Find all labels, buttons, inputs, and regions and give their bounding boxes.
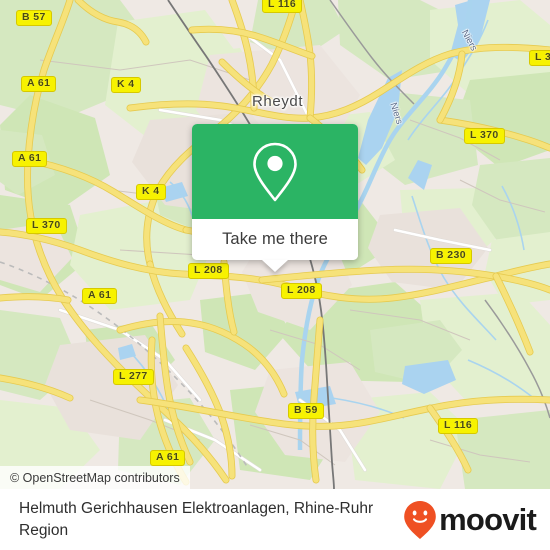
map-canvas[interactable]: .lu-green { fill:#d5e8c0; } .lu-green2 {… bbox=[0, 0, 550, 489]
map-pin-icon bbox=[253, 142, 297, 201]
road-shield: L 31 bbox=[529, 50, 550, 66]
road-shield: K 4 bbox=[111, 77, 141, 93]
road-shield: A 61 bbox=[82, 288, 118, 304]
map-page: .lu-green { fill:#d5e8c0; } .lu-green2 {… bbox=[0, 0, 550, 550]
popup-cta-button[interactable]: Take me there bbox=[192, 219, 358, 260]
attribution-text: © OpenStreetMap contributors bbox=[10, 470, 180, 485]
road-shield: A 61 bbox=[21, 76, 57, 92]
road-shield: B 230 bbox=[430, 248, 473, 264]
moovit-smiley-pin-icon bbox=[404, 500, 436, 539]
popup-hero bbox=[192, 124, 358, 219]
road-shield: K 4 bbox=[136, 184, 166, 200]
road-shield: A 61 bbox=[150, 450, 186, 466]
moovit-wordmark: moovit bbox=[439, 502, 537, 537]
page-title: Helmuth Gerichhausen Elektroanlagen, Rhi… bbox=[19, 499, 374, 539]
road-shield: L 116 bbox=[262, 0, 303, 13]
road-shield: A 61 bbox=[12, 151, 48, 167]
road-shield: L 370 bbox=[26, 218, 67, 234]
page-footer: Helmuth Gerichhausen Elektroanlagen, Rhi… bbox=[0, 489, 550, 550]
popup-tail bbox=[262, 260, 288, 272]
map-popup[interactable]: Take me there bbox=[192, 124, 358, 272]
osm-attribution[interactable]: © OpenStreetMap contributors bbox=[0, 466, 190, 489]
popup-cta-label: Take me there bbox=[222, 230, 328, 248]
road-shield: L 370 bbox=[464, 128, 505, 144]
road-shield: L 116 bbox=[438, 418, 479, 434]
road-shield: L 208 bbox=[188, 263, 229, 279]
road-shield: L 208 bbox=[281, 283, 322, 299]
popup-card[interactable]: Take me there bbox=[192, 124, 358, 260]
place-label-rheydt: Rheydt bbox=[252, 93, 304, 110]
road-shield: L 277 bbox=[113, 369, 154, 385]
moovit-brand[interactable]: moovit bbox=[403, 500, 537, 540]
road-shield: B 59 bbox=[288, 403, 324, 419]
road-shield: B 57 bbox=[16, 10, 52, 26]
